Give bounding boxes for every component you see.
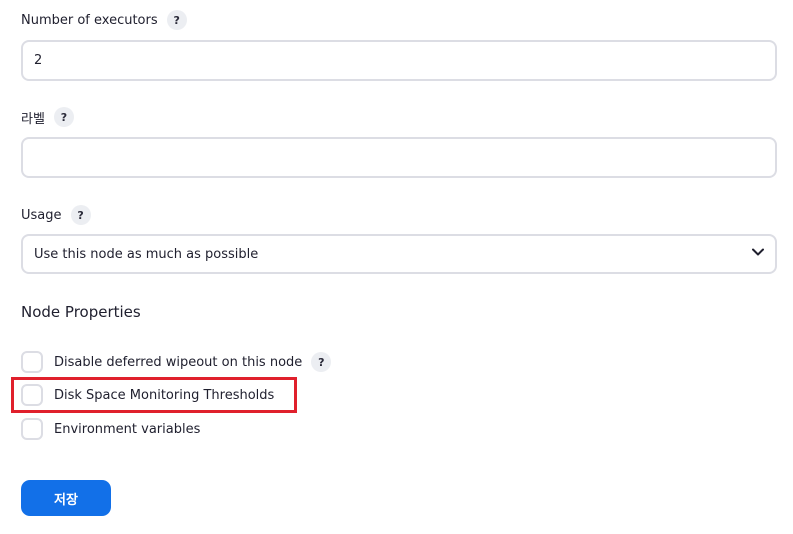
usage-help-icon[interactable]: ? [70,205,91,225]
disable-deferred-wipeout-label[interactable]: Disable deferred wipeout on this node [54,355,302,370]
usage-label-text: Usage [21,207,62,223]
executors-input[interactable] [21,40,777,81]
labels-help-icon[interactable]: ? [53,107,74,127]
save-button[interactable]: 저장 [21,480,111,516]
usage-label: Usage ? [21,205,91,225]
usage-select[interactable]: Use this node as much as possible [21,234,777,274]
node-config-page: Number of executors ? 라벨 ? Usage ? Use t… [0,0,793,534]
disable-deferred-wipeout-checkbox[interactable] [21,351,43,373]
environment-variables-checkbox[interactable] [21,418,43,440]
labels-label-text: 라벨 [21,111,45,127]
environment-variables-label[interactable]: Environment variables [54,422,200,437]
labels-input[interactable] [21,137,777,178]
disable-deferred-wipeout-help-icon[interactable]: ? [311,352,332,372]
usage-selected-value: Use this node as much as possible [34,246,259,262]
environment-variables-row[interactable]: Environment variables [21,418,200,440]
executors-label: Number of executors ? [21,10,187,30]
executors-label-text: Number of executors [21,12,158,28]
labels-label: 라벨 ? [21,107,74,127]
highlight-annotation [11,377,297,413]
disable-deferred-wipeout-row[interactable]: Disable deferred wipeout on this node ? [21,351,332,373]
executors-help-icon[interactable]: ? [166,10,187,30]
node-properties-title: Node Properties [21,303,141,321]
chevron-down-icon [751,245,765,263]
